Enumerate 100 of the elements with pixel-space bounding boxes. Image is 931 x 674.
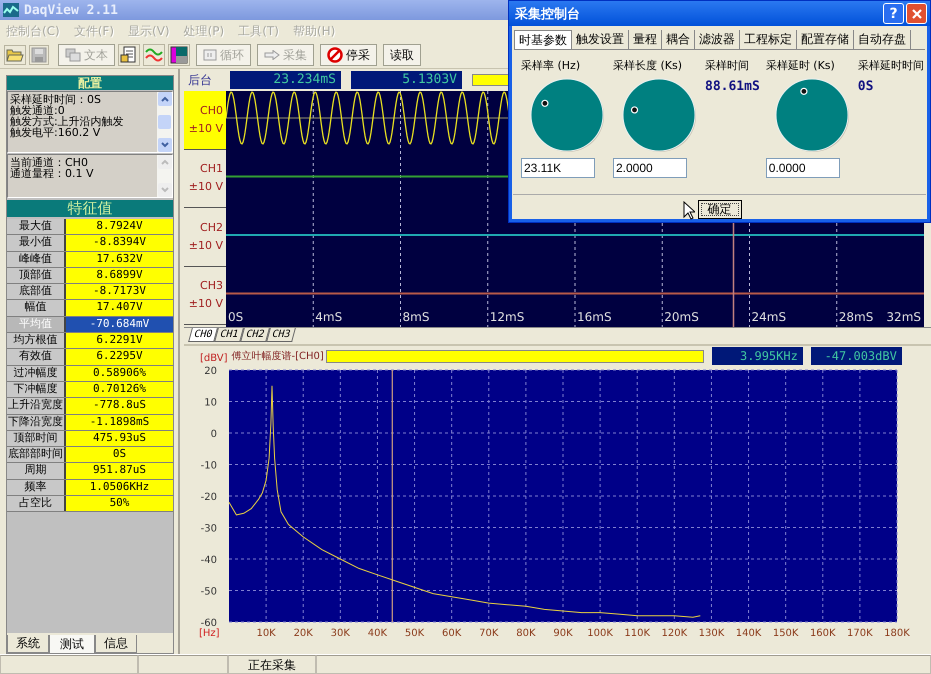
channel-name: CH2 <box>200 220 223 236</box>
readout-label: 采样时间 <box>705 58 749 72</box>
save-icon[interactable] <box>29 45 49 65</box>
time-tick-label: 20mS <box>664 310 699 324</box>
channel-text-box[interactable]: 当前通道：CH0 通道量程：0.1 V <box>7 154 173 198</box>
ok-button[interactable]: 确定 <box>698 200 742 219</box>
channel-name: CH1 <box>200 161 223 178</box>
feature-name: 过冲幅度 <box>7 366 66 381</box>
y-tick-label: 0 <box>210 429 217 440</box>
time-tick-label: 8mS <box>402 310 430 324</box>
feature-name: 下冲幅度 <box>7 382 66 398</box>
x-tick-label: 30K <box>330 628 350 639</box>
x-tick-label: 150K <box>772 628 798 639</box>
window-title: DaqView 2.11 <box>24 2 118 18</box>
x-tick-label: 170K <box>847 628 873 639</box>
open-folder-icon[interactable] <box>4 45 26 65</box>
feature-value: 6.2291V <box>66 333 173 348</box>
channel-tab[interactable]: CH1 <box>214 328 244 342</box>
dialog-tab[interactable]: 时基参数 <box>514 30 572 49</box>
feature-row[interactable]: 有效值 6.2295V <box>7 349 173 366</box>
x-tick-label: 110K <box>624 628 650 639</box>
channel-tab[interactable]: CH2 <box>240 328 270 342</box>
value-input[interactable]: 2.0000 <box>613 158 687 178</box>
arrow-icon <box>264 50 280 60</box>
feature-name: 幅值 <box>7 300 66 316</box>
scroll-up-icon[interactable] <box>158 92 172 106</box>
feature-row[interactable]: 顶部值 8.6899V <box>7 268 173 284</box>
feature-value: 8.6899V <box>66 268 173 284</box>
x-tick-label: 160K <box>810 628 836 639</box>
channel-name: CH3 <box>200 278 223 294</box>
panel-tab[interactable]: 信息 <box>95 635 137 653</box>
config-text-box[interactable]: 采样延时时间：0S 触发通道:0 触发方式:上升沿内触发 触发电平:160.2 V <box>7 91 173 153</box>
feature-row[interactable]: 下冲幅度 0.70126% <box>7 382 173 398</box>
feature-name: 最小值 <box>7 235 66 251</box>
loop-icon <box>203 49 217 61</box>
config-line: 触发通道:0 <box>10 105 65 116</box>
feature-row[interactable]: 频率 1.0506KHz <box>7 480 173 496</box>
x-tick-label: 50K <box>404 628 424 639</box>
config-line: 触发方式:上升沿内触发 <box>10 116 125 127</box>
feature-row[interactable]: 过冲幅度 0.58906% <box>7 366 173 382</box>
time-tick-label: 16mS <box>577 310 612 324</box>
cursor-line[interactable] <box>392 370 393 622</box>
value-input[interactable]: 23.11K <box>521 158 595 178</box>
feature-row[interactable]: 上升沿宽度 -778.8uS <box>7 398 173 415</box>
toolbar-button[interactable]: 读取 <box>383 44 421 66</box>
help-button[interactable]: ? <box>883 3 904 24</box>
feature-row[interactable]: 占空比 50% <box>7 496 173 512</box>
feature-row[interactable]: 底部值 -8.7173V <box>7 284 173 300</box>
y-tick-label: 20 <box>204 366 217 377</box>
channel-tab[interactable]: CH0 <box>188 328 218 342</box>
channel-tab[interactable]: CH3 <box>266 328 296 342</box>
feature-name: 顶部值 <box>7 268 66 284</box>
time-tick-label: 32mS <box>886 310 921 324</box>
time-tick-label: 0S <box>228 310 244 324</box>
readout-value: 88.61mS <box>705 79 760 94</box>
scrollbar[interactable] <box>157 92 172 152</box>
close-button[interactable] <box>906 3 927 24</box>
stop-icon <box>327 47 343 63</box>
feature-name: 周期 <box>7 463 66 479</box>
toolbar-button[interactable]: 停采 <box>320 44 377 66</box>
x-tick-label: 180K <box>884 628 910 639</box>
panel-layout-icon[interactable] <box>168 44 190 66</box>
feature-row[interactable]: 下降沿宽度 -1.1898mS <box>7 414 173 431</box>
feature-value: 50% <box>66 496 173 512</box>
feature-name: 底部部时间 <box>7 447 66 462</box>
feature-row[interactable]: 底部部时间 0S <box>7 447 173 464</box>
readout-value: 0S <box>858 79 874 94</box>
feature-name: 有效值 <box>7 349 66 365</box>
feature-name: 均方根值 <box>7 333 66 348</box>
feature-row[interactable]: 周期 951.87uS <box>7 463 173 480</box>
channel-label[interactable]: CH0 ±10 V <box>184 91 226 150</box>
channel-line: 通道量程：0.1 V <box>10 168 95 179</box>
document-icon[interactable] <box>118 44 140 66</box>
y-tick-label: -20 <box>200 492 217 503</box>
readout-label: 采样延时时间 <box>858 58 924 72</box>
feature-row[interactable]: 峰峰值 17.632V <box>7 252 173 268</box>
feature-row[interactable]: 最大值 8.7924V <box>7 219 173 236</box>
x-tick-label: 70K <box>479 628 498 639</box>
knob-label: 采样延时 (Ks) <box>766 58 835 72</box>
cursor-readout: 23.234mS <box>230 71 341 89</box>
y-tick-label: -10 <box>200 460 217 472</box>
feature-name: 峰峰值 <box>7 252 66 267</box>
feature-row[interactable]: 最小值 -8.8394V <box>7 235 173 252</box>
x-tick-label: 40K <box>368 628 388 639</box>
feature-row[interactable]: 顶部时间 475.93uS <box>7 430 173 448</box>
x-tick-label: 100K <box>587 628 613 639</box>
panel-tab[interactable]: 系统 <box>7 635 49 653</box>
feature-row[interactable]: 均方根值 6.2291V <box>7 333 173 350</box>
feature-row[interactable]: 平均值 -70.684mV <box>7 316 173 334</box>
scroll-down-icon[interactable] <box>158 138 172 152</box>
feature-row[interactable]: 幅值 17.407V <box>7 300 173 317</box>
x-tick-label: 130K <box>698 628 724 639</box>
panel-header: 特征值 <box>7 200 173 217</box>
y-tick-label: 10 <box>204 398 217 408</box>
knob-label: 采样长度 (Ks) <box>613 58 682 72</box>
x-tick-label: 60K <box>442 628 462 639</box>
feature-value: -70.684mV <box>66 316 173 332</box>
panel-tab[interactable]: 测试 <box>49 635 95 654</box>
value-input[interactable]: 0.0000 <box>766 158 840 178</box>
x-tick-label: 10K <box>256 628 276 639</box>
